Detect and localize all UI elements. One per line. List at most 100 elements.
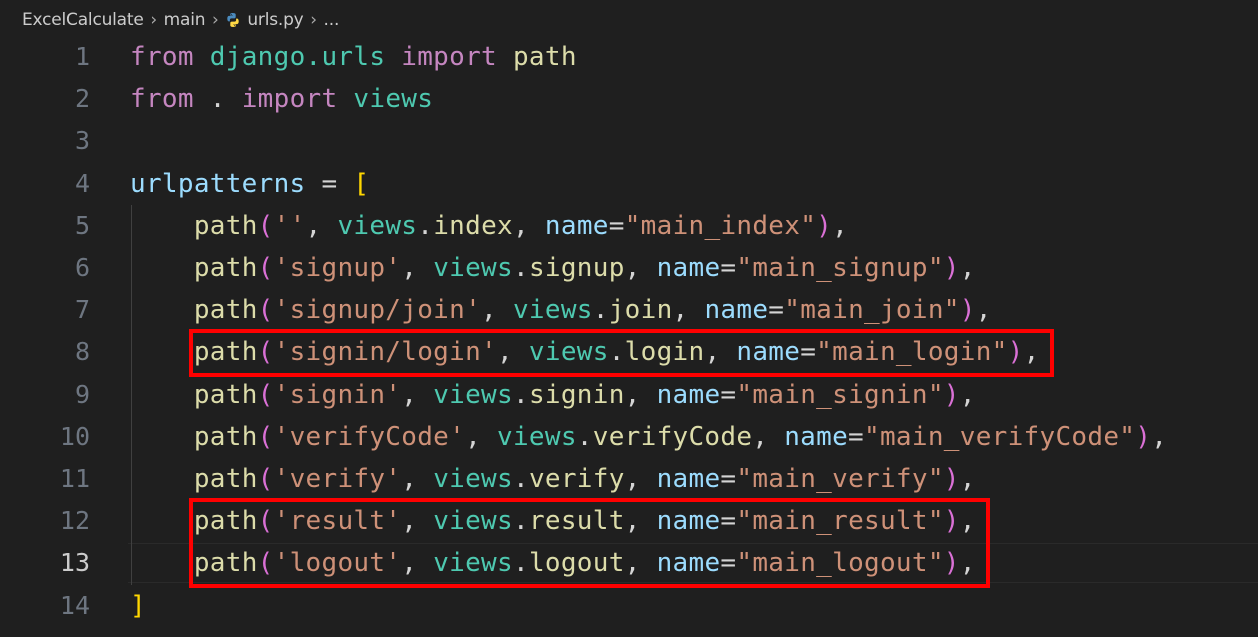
code-token: views xyxy=(433,253,513,283)
code-line[interactable]: 10 path('verifyCode', views.verifyCode, … xyxy=(0,416,1258,458)
code-token: name xyxy=(656,379,721,410)
code-token: ) xyxy=(1135,421,1152,452)
code-token: name xyxy=(704,295,769,326)
code-text: path('signup', views.signup, name="main_… xyxy=(130,247,976,289)
breadcrumb-more[interactable]: ... xyxy=(324,10,340,30)
code-token: "main_signin" xyxy=(736,379,944,410)
code-token: . xyxy=(417,210,434,241)
code-token: 'signup' xyxy=(273,253,402,283)
line-number: 10 xyxy=(59,421,90,451)
code-editor[interactable]: 1 from django.urls import path 2 from . imp… xyxy=(0,36,1258,637)
code-token: path xyxy=(193,295,258,326)
code-token: "main_index" xyxy=(624,210,817,241)
code-token: views xyxy=(337,210,418,241)
code-token: join xyxy=(608,295,673,326)
code-line[interactable]: 3 xyxy=(0,120,1258,162)
code-line[interactable]: 2 from . import views xyxy=(0,78,1258,120)
code-token: . xyxy=(193,84,242,115)
line-number: 12 xyxy=(59,506,90,536)
code-token: , xyxy=(481,295,513,326)
code-text: ] xyxy=(130,585,146,627)
code-token: . xyxy=(592,295,609,326)
code-token: , xyxy=(624,253,657,283)
code-token: views xyxy=(512,295,593,326)
python-file-icon xyxy=(225,12,241,28)
code-token: 'signup/join' xyxy=(273,295,482,326)
code-token: 'verifyCode' xyxy=(273,421,466,452)
line-number: 13 xyxy=(59,548,90,578)
code-token: = xyxy=(608,210,625,241)
code-text: path('signin', views.signin, name="main_… xyxy=(130,374,976,416)
line-number: 7 xyxy=(74,295,90,325)
code-token: name xyxy=(784,421,849,452)
breadcrumb-project[interactable]: ExcelCalculate xyxy=(22,10,144,30)
code-token: index xyxy=(433,210,513,241)
line-number: 2 xyxy=(74,84,90,114)
code-line[interactable]: 1 from django.urls import path xyxy=(0,36,1258,78)
code-token: ) xyxy=(959,295,976,326)
code-text: path('signup/join', views.join, name="ma… xyxy=(130,289,992,331)
code-token: , xyxy=(752,421,785,452)
code-token: django.urls xyxy=(209,42,386,72)
code-token: path xyxy=(193,464,258,494)
code-token: "main_verify" xyxy=(736,464,944,494)
line-number: 9 xyxy=(74,379,90,409)
code-line[interactable]: 6 path('signup', views.signup, name="mai… xyxy=(0,247,1258,289)
code-token: = xyxy=(305,168,354,199)
code-token: , xyxy=(401,253,434,283)
breadcrumb-file[interactable]: urls.py xyxy=(247,10,303,30)
code-token: signup xyxy=(528,253,625,283)
code-token: = xyxy=(768,295,785,326)
code-token: = xyxy=(720,253,737,283)
code-text: from . import views xyxy=(130,78,433,120)
code-token: = xyxy=(720,379,737,410)
code-line[interactable]: 4 urlpatterns = [ xyxy=(0,163,1258,205)
code-token: verify xyxy=(528,464,625,494)
line-number: 11 xyxy=(59,464,90,493)
code-line[interactable]: 9 path('signin', views.signin, name="mai… xyxy=(0,374,1258,416)
code-token: views xyxy=(433,379,513,410)
code-text: urlpatterns = [ xyxy=(130,163,369,205)
code-token: , xyxy=(465,421,497,452)
code-token: , xyxy=(401,379,434,410)
code-token: ( xyxy=(257,210,274,241)
code-token: verifyCode xyxy=(592,421,753,452)
code-token: , xyxy=(624,464,657,494)
code-text: path('verify', views.verify, name="main_… xyxy=(130,458,976,500)
code-token: urlpatterns xyxy=(130,168,306,199)
code-token: name xyxy=(656,464,721,494)
line-number: 14 xyxy=(59,590,90,620)
line-number: 1 xyxy=(74,42,90,71)
code-text: path('verifyCode', views.verifyCode, nam… xyxy=(130,416,1167,458)
code-line[interactable]: 11 path('verify', views.verify, name="ma… xyxy=(0,458,1258,500)
code-token: name xyxy=(544,210,609,241)
code-token: , xyxy=(1151,421,1168,452)
code-line[interactable]: 7 path('signup/join', views.join, name="… xyxy=(0,289,1258,331)
code-token: "main_signup" xyxy=(736,253,944,283)
code-token: 'signin' xyxy=(273,379,402,410)
chevron-right-icon: › xyxy=(150,10,157,30)
code-token: path xyxy=(512,42,577,72)
code-token: views xyxy=(497,421,577,452)
code-token: '' xyxy=(273,210,306,241)
chevron-right-icon: › xyxy=(310,10,317,30)
code-text: from django.urls import path xyxy=(130,36,577,78)
code-line[interactable]: 5 path('', views.index, name="main_index… xyxy=(0,205,1258,247)
line-number: 6 xyxy=(74,253,90,282)
code-token: , xyxy=(832,210,849,241)
highlight-box xyxy=(189,329,1054,377)
breadcrumb-folder[interactable]: main xyxy=(164,10,206,30)
breadcrumb: ExcelCalculate › main › urls.py › ... xyxy=(0,0,1258,40)
code-token: from xyxy=(130,84,194,115)
code-line[interactable]: 14] xyxy=(0,585,1258,627)
